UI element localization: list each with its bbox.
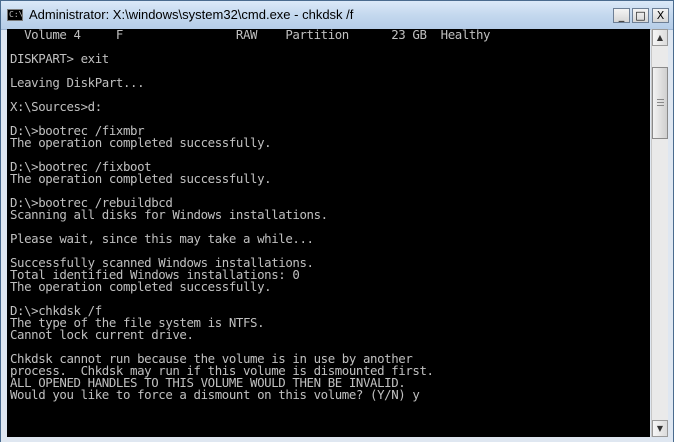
console-line: The operation completed successfully. [10, 135, 272, 150]
minimize-icon: _ [618, 9, 625, 22]
scroll-thumb[interactable] [652, 67, 668, 139]
grip-line [657, 99, 664, 100]
console-output[interactable]: Volume 4 F RAW Partition 23 GB Healthy D… [7, 29, 650, 437]
window-bottom-border [1, 437, 673, 442]
console-text: Volume 4 F RAW Partition 23 GB Healthy D… [7, 29, 650, 401]
scroll-up-button[interactable]: ▲ [652, 29, 668, 46]
console-line: X:\Sources>d: [10, 99, 102, 114]
close-button[interactable]: X [652, 8, 669, 23]
arrow-down-icon: ▼ [656, 424, 664, 433]
maximize-icon: □ [635, 9, 646, 22]
close-icon: X [656, 9, 665, 22]
console-line: Volume 4 F RAW Partition 23 GB Healthy [10, 29, 491, 42]
console-line: The operation completed successfully. [10, 171, 272, 186]
vertical-scrollbar[interactable]: ▲ ▼ [651, 29, 668, 437]
maximize-button[interactable]: □ [632, 8, 649, 23]
console-line: Leaving DiskPart... [10, 75, 145, 90]
console-line: Cannot lock current drive. [10, 327, 194, 342]
grip-line [657, 105, 664, 106]
scroll-down-button[interactable]: ▼ [652, 420, 668, 437]
title-bar[interactable]: C:\ Administrator: X:\windows\system32\c… [1, 1, 673, 30]
console-line: Scanning all disks for Windows installat… [10, 207, 328, 222]
console-line: Please wait, since this may take a while… [10, 231, 314, 246]
cmd-window: C:\ Administrator: X:\windows\system32\c… [0, 0, 674, 442]
cmd-icon[interactable]: C:\ [7, 9, 23, 21]
grip-line [657, 102, 664, 103]
console-line: The operation completed successfully. [10, 279, 272, 294]
console-line: DISKPART> exit [10, 51, 109, 66]
console-line: Would you like to force a dismount on th… [10, 387, 420, 402]
arrow-up-icon: ▲ [656, 33, 664, 42]
window-title: Administrator: X:\windows\system32\cmd.e… [29, 7, 354, 22]
minimize-button[interactable]: _ [613, 8, 630, 23]
